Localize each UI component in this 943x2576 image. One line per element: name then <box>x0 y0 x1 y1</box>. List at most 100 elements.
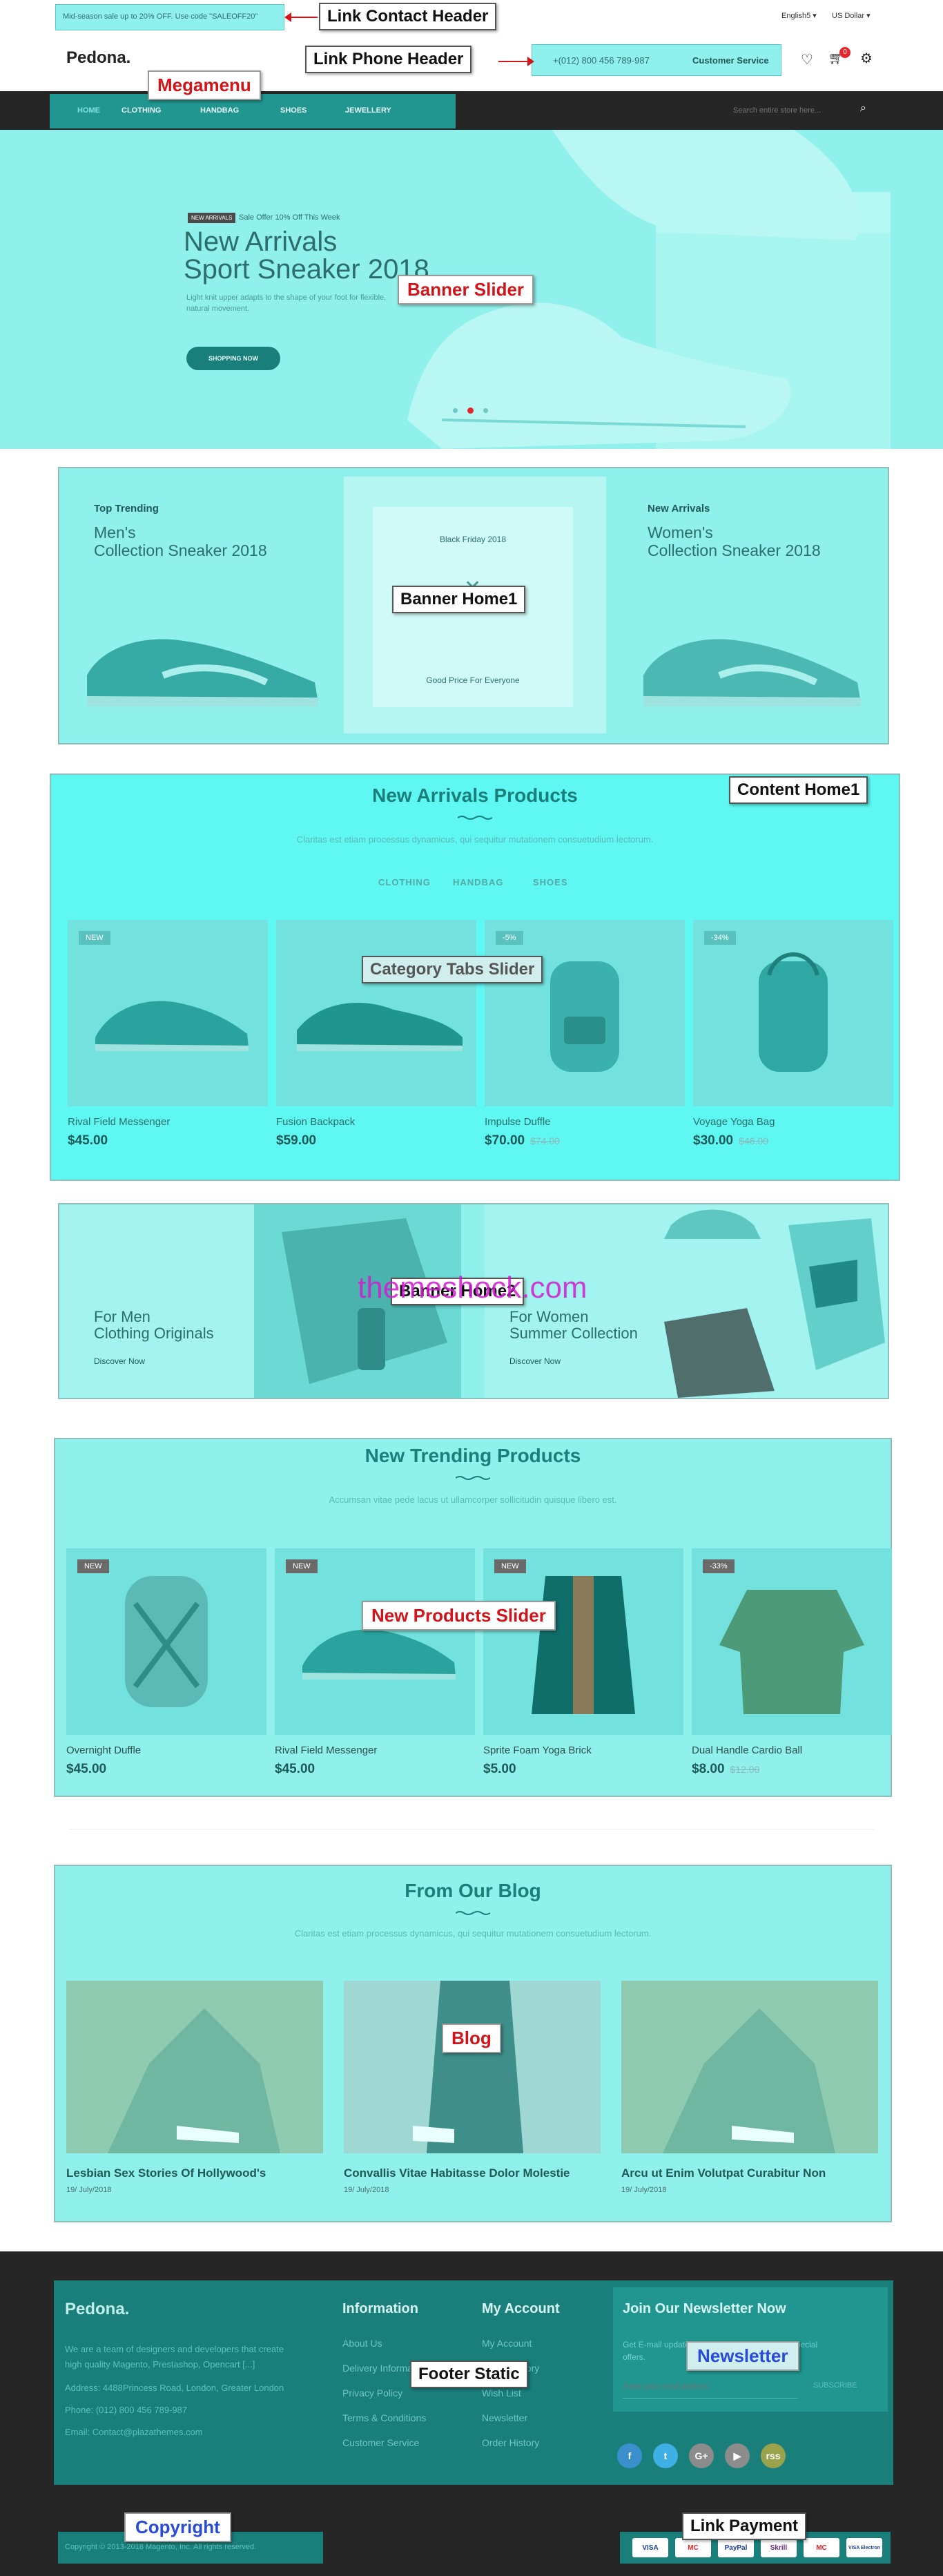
hero-offer: Sale Offer 10% Off This Week <box>239 213 340 222</box>
search-input[interactable] <box>732 102 852 119</box>
product-badge: NEW <box>77 1559 109 1573</box>
hero-desc-2: natural movement. <box>186 305 250 313</box>
newsletter-email-input[interactable] <box>623 2376 798 2399</box>
annot-footer-static: Footer Static <box>410 2361 528 2388</box>
product-card[interactable]: -5% Impulse Duffle $70.00 $74.00 <box>485 920 685 1148</box>
product-name[interactable]: Fusion Backpack <box>276 1116 476 1128</box>
tab-clothing[interactable]: CLOTHING <box>378 877 431 887</box>
slider-dot-3[interactable] <box>483 408 488 413</box>
promo-box[interactable]: Mid-season sale up to 20% OFF. Use code … <box>55 4 284 30</box>
nav-jewellery[interactable]: JEWELLERY <box>345 106 391 115</box>
footer-link[interactable]: About Us <box>342 2338 467 2349</box>
shop-now-button[interactable]: SHOPPING NOW <box>186 347 280 370</box>
blog-post[interactable]: Lesbian Sex Stories Of Hollywood's 19/ J… <box>66 1981 323 2194</box>
product-card[interactable]: NEW Rival Field Messenger $45.00 <box>275 1548 475 1777</box>
backpack-icon <box>550 961 619 1072</box>
product-image[interactable]: -5% <box>485 920 685 1106</box>
banner1-mid-top: Black Friday 2018 <box>439 535 507 544</box>
product-name[interactable]: Impulse Duffle <box>485 1116 685 1128</box>
annot-copyright: Copyright <box>124 2512 231 2542</box>
visa-electron-icon: VISA Electron <box>846 2538 882 2557</box>
annot-link-phone-header: Link Phone Header <box>305 46 472 73</box>
phone-box[interactable]: +(012) 800 456 789-987 Customer Service <box>532 44 781 76</box>
heart-icon[interactable]: ♡ <box>801 51 813 68</box>
product-image[interactable]: NEW <box>68 920 268 1106</box>
banner1-right-kicker: New Arrivals <box>648 503 710 515</box>
skrill-icon: Skrill <box>761 2538 797 2557</box>
youtube-icon[interactable]: ▶ <box>725 2443 750 2468</box>
logo[interactable]: Pedona. <box>66 48 130 68</box>
banner2-right-kicker: For Women <box>509 1308 589 1325</box>
annot-arrow-contact <box>284 12 318 22</box>
annot-content-home1: Content Home1 <box>729 776 868 804</box>
facebook-icon[interactable]: f <box>617 2443 642 2468</box>
footer-logo[interactable]: Pedona. <box>65 2300 129 2319</box>
product-card[interactable]: -33% Dual Handle Cardio Ball $8.00 $12.00 <box>692 1548 892 1777</box>
product-name[interactable]: Rival Field Messenger <box>275 1744 475 1756</box>
product-image[interactable]: NEW <box>483 1548 683 1735</box>
footer-link[interactable]: Order History <box>482 2437 606 2448</box>
nav-handbag[interactable]: HANDBAG <box>200 106 239 115</box>
footer-link[interactable]: Wish List <box>482 2387 606 2399</box>
blog-post[interactable]: Convallis Vitae Habitasse Dolor Molestie… <box>344 1981 601 2194</box>
footer-link[interactable]: My Account <box>482 2338 606 2349</box>
footer-about-1: We are a team of designers and developer… <box>65 2344 284 2354</box>
product-card[interactable]: NEW Sprite Foam Yoga Brick $5.00 <box>483 1548 683 1777</box>
footer-link[interactable]: Newsletter <box>482 2412 606 2423</box>
mastercard-icon: MC <box>804 2538 839 2557</box>
footer-link[interactable]: Customer Service <box>342 2437 467 2448</box>
backpack-icon <box>125 1576 208 1707</box>
gear-icon[interactable]: ⚙ <box>860 50 873 67</box>
blog-post-title[interactable]: Convallis Vitae Habitasse Dolor Molestie <box>344 2166 601 2180</box>
product-name[interactable]: Dual Handle Cardio Ball <box>692 1744 892 1756</box>
currency-select[interactable]: US Dollar ▾ <box>832 11 871 20</box>
blog-post-title[interactable]: Lesbian Sex Stories Of Hollywood's <box>66 2166 323 2180</box>
nav-clothing[interactable]: CLOTHING <box>121 106 161 115</box>
slider-dot-2[interactable] <box>467 407 474 414</box>
product-name[interactable]: Sprite Foam Yoga Brick <box>483 1744 683 1756</box>
blog-post[interactable]: Arcu ut Enim Volutpat Curabitur Non 19/ … <box>621 1981 878 2194</box>
product-image[interactable] <box>276 920 476 1106</box>
footer-link[interactable]: Terms & Conditions <box>342 2412 467 2423</box>
twitter-icon[interactable]: t <box>653 2443 678 2468</box>
product-badge: NEW <box>494 1559 526 1573</box>
blog-image[interactable] <box>621 1981 878 2153</box>
language-select[interactable]: English5 ▾ <box>781 11 817 20</box>
banner1-left-kicker: Top Trending <box>94 503 159 515</box>
product-image[interactable]: NEW <box>275 1548 475 1735</box>
banner2-left-link[interactable]: Discover Now <box>94 1356 145 1366</box>
product-card[interactable]: -34% Voyage Yoga Bag $30.00 $46.00 <box>693 920 893 1148</box>
product-image[interactable]: -33% <box>692 1548 892 1735</box>
product-badge: -33% <box>703 1559 735 1573</box>
customer-service-link[interactable]: Customer Service <box>692 55 769 66</box>
search-icon[interactable]: ⌕ <box>860 102 866 115</box>
banner1-mid-bottom: Good Price For Everyone <box>426 675 520 685</box>
product-card[interactable]: NEW Rival Field Messenger $45.00 <box>68 920 268 1148</box>
product-card[interactable]: Fusion Backpack $59.00 <box>276 920 476 1148</box>
promo-text: Mid-season sale up to 20% OFF. Use code … <box>63 12 258 21</box>
product-name[interactable]: Voyage Yoga Bag <box>693 1116 893 1128</box>
product-name[interactable]: Overnight Duffle <box>66 1744 266 1756</box>
product-card[interactable]: NEW Overnight Duffle $45.00 <box>66 1548 266 1777</box>
blog-post-title[interactable]: Arcu ut Enim Volutpat Curabitur Non <box>621 2166 878 2180</box>
watermark: themeshock.com <box>358 1271 587 1305</box>
google-plus-icon[interactable]: G+ <box>689 2443 714 2468</box>
banner1-left-title1: Men's <box>94 523 136 541</box>
blog-image[interactable] <box>66 1981 323 2153</box>
rss-icon[interactable]: rss <box>761 2443 786 2468</box>
subscribe-button[interactable]: SUBSCRIBE <box>813 2381 857 2390</box>
product-image[interactable]: -34% <box>693 920 893 1106</box>
blog-image[interactable] <box>344 1981 601 2153</box>
slider-dot-1[interactable] <box>453 408 458 413</box>
nav-shoes[interactable]: SHOES <box>280 106 307 115</box>
product-name[interactable]: Rival Field Messenger <box>68 1116 268 1128</box>
nav-home[interactable]: HOME <box>77 106 100 115</box>
tab-handbag[interactable]: HANDBAG <box>453 877 503 887</box>
product-image[interactable]: NEW <box>66 1548 266 1735</box>
banner2-right-link[interactable]: Discover Now <box>509 1356 561 1366</box>
annot-banner-slider: Banner Slider <box>398 275 534 305</box>
blog-title: From Our Blog <box>405 1880 541 1901</box>
footer-link[interactable]: Privacy Policy <box>342 2387 467 2399</box>
title-squiggle <box>456 1476 490 1480</box>
tab-shoes[interactable]: SHOES <box>533 877 568 887</box>
